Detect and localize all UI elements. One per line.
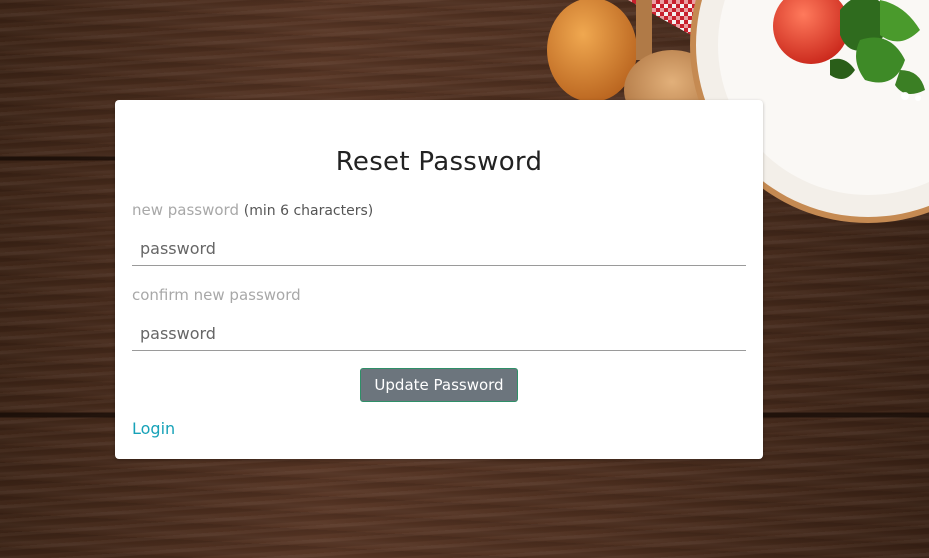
update-password-button[interactable]: Update Password [360,368,518,402]
reset-password-card: Reset Password new password (min 6 chara… [115,100,763,459]
confirm-password-label: confirm new password [132,286,301,304]
new-password-label: new password (min 6 characters) [132,201,373,219]
confirm-password-label-text: confirm new password [132,286,301,304]
confirm-password-input[interactable] [132,317,746,351]
new-password-input[interactable] [132,232,746,266]
login-link[interactable]: Login [132,419,175,438]
page-title: Reset Password [335,147,543,177]
new-password-label-text: new password [132,201,239,219]
password-length-hint: (min 6 characters) [243,203,374,219]
